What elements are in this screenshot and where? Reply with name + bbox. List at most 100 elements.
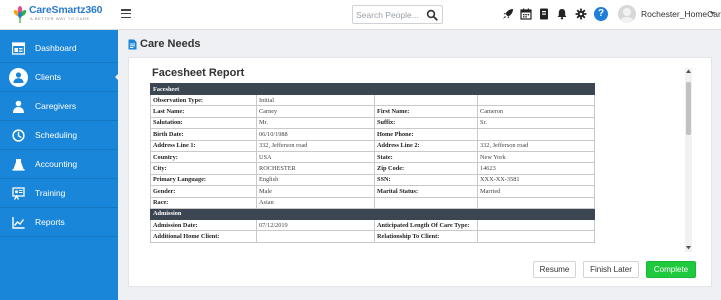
field-label: Home Phone: (374, 128, 478, 141)
field-label: SSN: (374, 173, 478, 187)
caregiver-icon (13, 100, 24, 113)
page-title: Care Needs (140, 38, 201, 50)
section-header: Facesheet (150, 83, 596, 95)
field-label: Anticipated Length Of Care Type: (374, 218, 478, 232)
accounting-icon (12, 159, 25, 171)
field-value: 07/12/2019 (256, 218, 375, 232)
field-value: Male (256, 185, 375, 198)
section-header-row: Facesheet (150, 83, 596, 95)
table-row: Country: USA State: New York (150, 150, 596, 164)
field-label: First Name: (374, 105, 478, 118)
section-header: Admission (150, 207, 596, 220)
field-value: ROCHESTER (256, 162, 375, 175)
field-label: Birth Date: (150, 128, 257, 141)
clock-icon (12, 129, 25, 142)
reports-icon (12, 217, 25, 229)
gear-icon[interactable] (575, 8, 587, 20)
sidebar-item-clients[interactable]: Clients (0, 63, 119, 92)
logo-flower-icon (13, 6, 27, 23)
field-value: Mr. (256, 116, 375, 130)
sidebar-item-training[interactable]: Training (0, 179, 118, 208)
field-value: Asian (256, 196, 375, 209)
field-label: Observation Type: (150, 93, 257, 107)
table-row: Observation Type: Initial (150, 93, 596, 107)
calendar-icon[interactable] (520, 8, 532, 20)
sidebar-item-label: Clients (35, 72, 61, 82)
table-row: Additional Home Client: Relationship To C… (150, 230, 596, 243)
field-value: 06/10/1988 (256, 128, 375, 141)
field-label: Country: (150, 150, 257, 164)
field-value: English (256, 173, 375, 187)
table-row: City: ROCHESTER Zip Code: 14623 (150, 162, 596, 175)
sidebar-item-accounting[interactable]: Accounting (0, 150, 118, 179)
user-icon (13, 72, 24, 83)
field-value: New York (476, 150, 596, 164)
field-label: City: (150, 162, 257, 175)
search-icon[interactable] (426, 9, 438, 21)
field-value (476, 128, 596, 141)
field-label: State: (374, 150, 478, 164)
table-row: Salutation: Mr. Suffix: Sr. (150, 116, 596, 130)
field-value: Cameron (476, 105, 596, 118)
sidebar-item-reports[interactable]: Reports (0, 208, 118, 237)
search-box (352, 5, 443, 24)
field-label: Race: (150, 196, 257, 209)
facesheet-report-frame: Facesheet Observation Type: Initial Last Na… (150, 83, 696, 253)
user-name[interactable]: Rochester_HomeCare (641, 9, 721, 19)
field-value: 14623 (476, 162, 596, 175)
search-input[interactable] (356, 8, 422, 22)
avatar[interactable] (618, 5, 636, 23)
field-label: Address Line 2: (374, 139, 478, 152)
scroll-up-icon[interactable] (686, 69, 691, 73)
sidebar-item-label: Reports (35, 217, 65, 227)
complete-button[interactable]: Complete (646, 261, 696, 278)
table-row: Birth Date: 06/10/1988 Home Phone: (150, 128, 596, 141)
sidebar-item-label: Caregivers (35, 101, 77, 111)
field-value: XXX-XX-3581 (476, 173, 596, 187)
chevron-down-icon[interactable] (710, 11, 715, 16)
table-row: Race: Asian (150, 196, 596, 209)
field-label (374, 196, 478, 209)
sidebar-item-dashboard[interactable]: Dashboard (0, 34, 118, 63)
field-label: Admission Date: (150, 218, 257, 232)
sidebar-item-label: Scheduling (35, 130, 78, 140)
report-title: Facesheet Report (152, 67, 245, 79)
field-label (374, 93, 478, 107)
dashboard-icon (12, 42, 25, 55)
field-value: Carney (256, 105, 375, 118)
brand-logo[interactable]: CareSmartz360 A BETTER WAY TO CARE (13, 4, 118, 26)
rocket-icon[interactable] (502, 8, 514, 20)
notes-icon[interactable] (538, 8, 550, 20)
sidebar-item-scheduling[interactable]: Scheduling (0, 121, 118, 150)
finish-later-button[interactable]: Finish Later (583, 261, 639, 278)
bell-icon[interactable] (556, 8, 568, 20)
field-value: Initial (256, 93, 375, 107)
sidebar-item-caregivers[interactable]: Caregivers (0, 92, 118, 121)
field-value (256, 230, 375, 243)
field-value: 332, Jefferson road (476, 139, 596, 152)
table-row: Address Line 1: 332, Jefferson road Addres… (150, 139, 596, 152)
field-label: Additional Home Client: (150, 230, 257, 243)
sidebar-item-label: Training (35, 188, 66, 198)
help-icon[interactable]: ? (594, 7, 608, 21)
table-row: Gender: Male Marital Status: Married (150, 185, 596, 198)
field-label: Last Name: (150, 105, 257, 118)
field-value (476, 218, 596, 232)
sidebar-item-label: Accounting (35, 159, 78, 169)
sidebar: Dashboard Clients Caregivers Scheduling … (0, 30, 119, 300)
brand-tagline: A BETTER WAY TO CARE (30, 16, 90, 21)
table-row: Admission Date: 07/12/2019 Anticipated Len… (150, 218, 596, 232)
field-label: Zip Code: (374, 162, 478, 175)
field-value (476, 230, 596, 243)
report-card: Facesheet Report Facesheet Observation Ty… (128, 57, 712, 287)
table-row: Last Name: Carney First Name: Cameron (150, 105, 596, 118)
resume-button[interactable]: Resume (533, 261, 576, 278)
field-label: Suffix: (374, 116, 478, 130)
field-value: Married (476, 185, 596, 198)
field-label: Primary Language: (150, 173, 257, 187)
field-label: Salutation: (150, 116, 257, 130)
menu-toggle-icon[interactable] (121, 9, 131, 19)
field-label: Marital Status: (374, 185, 478, 198)
top-bar: CareSmartz360 A BETTER WAY TO CARE Searc… (0, 0, 721, 30)
field-value: USA (256, 150, 375, 164)
